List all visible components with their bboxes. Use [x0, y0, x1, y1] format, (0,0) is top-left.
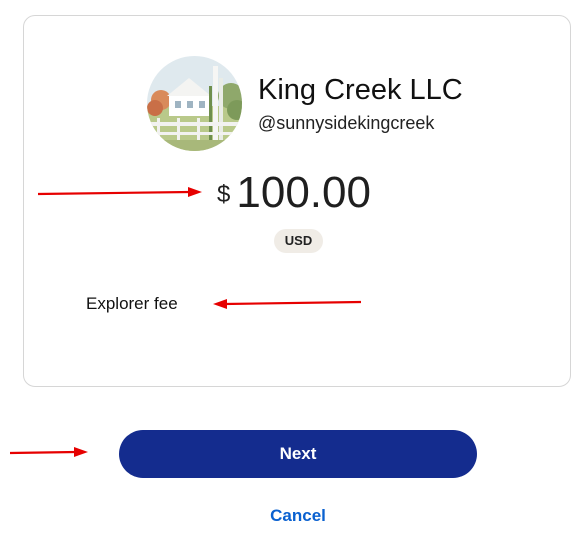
currency-badge: USD [274, 229, 323, 253]
cancel-link[interactable]: Cancel [0, 506, 588, 526]
fee-label: Explorer fee [86, 294, 178, 313]
annotation-arrow-amount [38, 187, 202, 197]
amount-value: 100.00 [236, 168, 371, 217]
annotation-arrow-fee [213, 299, 362, 309]
merchant-handle: @sunnysidekingcreek [258, 113, 435, 133]
merchant-avatar [147, 56, 242, 151]
next-button[interactable]: Next [119, 430, 477, 478]
annotation-arrow-next [10, 447, 88, 457]
merchant-name: King Creek LLC [258, 74, 463, 106]
currency-symbol: $ [217, 181, 231, 208]
